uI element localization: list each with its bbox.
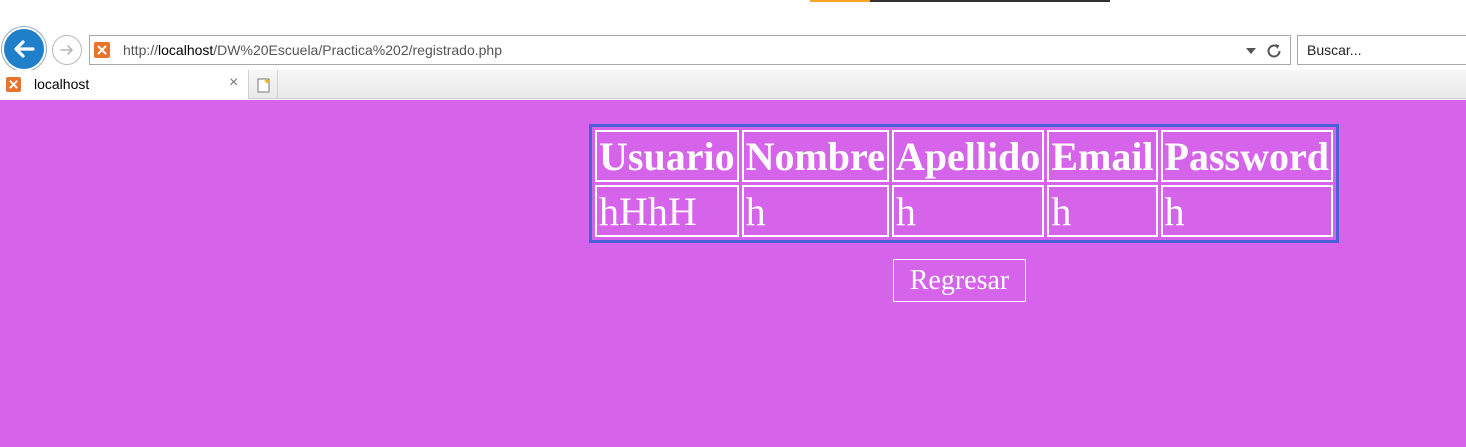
url-prefix: http://	[123, 42, 159, 58]
tab-bar: localhost ×	[0, 70, 1466, 99]
cell-usuario: hHhH	[595, 185, 739, 237]
cell-nombre: h	[741, 185, 889, 237]
header-usuario: Usuario	[595, 130, 739, 182]
refresh-icon	[1267, 44, 1281, 58]
url-host: localhost	[158, 42, 214, 58]
tab-title: localhost	[34, 76, 90, 92]
regresar-button[interactable]: Regresar	[893, 259, 1026, 302]
search-input[interactable]	[1307, 42, 1466, 58]
new-tab-icon	[257, 77, 270, 92]
cell-password: h	[1160, 185, 1333, 237]
table-header-row: Usuario Nombre Apellido Email Password	[595, 130, 1333, 182]
header-nombre: Nombre	[741, 130, 889, 182]
back-button[interactable]	[2, 27, 46, 71]
cell-email: h	[1047, 185, 1158, 237]
page-content: Usuario Nombre Apellido Email Password h…	[0, 100, 1466, 447]
forward-arrow-icon	[60, 45, 73, 55]
window-accent-bar	[810, 0, 870, 2]
xampp-favicon-icon	[94, 42, 110, 58]
dropdown-icon	[1246, 48, 1256, 54]
cell-apellido: h	[891, 185, 1045, 237]
address-dropdown-button[interactable]	[1244, 44, 1258, 58]
window-title-bar-line	[870, 0, 1110, 2]
search-box[interactable]	[1297, 35, 1466, 65]
new-tab-button[interactable]	[250, 70, 278, 99]
url-path: /DW%20Escuela/Practica%202/registrado.ph…	[213, 42, 502, 58]
back-arrow-icon	[14, 40, 35, 58]
refresh-button[interactable]	[1264, 41, 1284, 61]
forward-button[interactable]	[52, 35, 82, 65]
table-row: hHhH h h h h	[595, 185, 1333, 237]
address-url[interactable]: http://localhost/DW%20Escuela/Practica%2…	[123, 42, 502, 58]
users-table: Usuario Nombre Apellido Email Password h…	[589, 124, 1339, 243]
address-bar[interactable]: http://localhost/DW%20Escuela/Practica%2…	[89, 35, 1291, 65]
header-apellido: Apellido	[891, 130, 1045, 182]
tab-localhost[interactable]: localhost ×	[0, 70, 249, 99]
header-password: Password	[1160, 130, 1333, 182]
close-icon[interactable]: ×	[229, 74, 238, 92]
header-email: Email	[1047, 130, 1158, 182]
top-strip	[0, 0, 1466, 30]
xampp-favicon-icon	[6, 77, 21, 92]
